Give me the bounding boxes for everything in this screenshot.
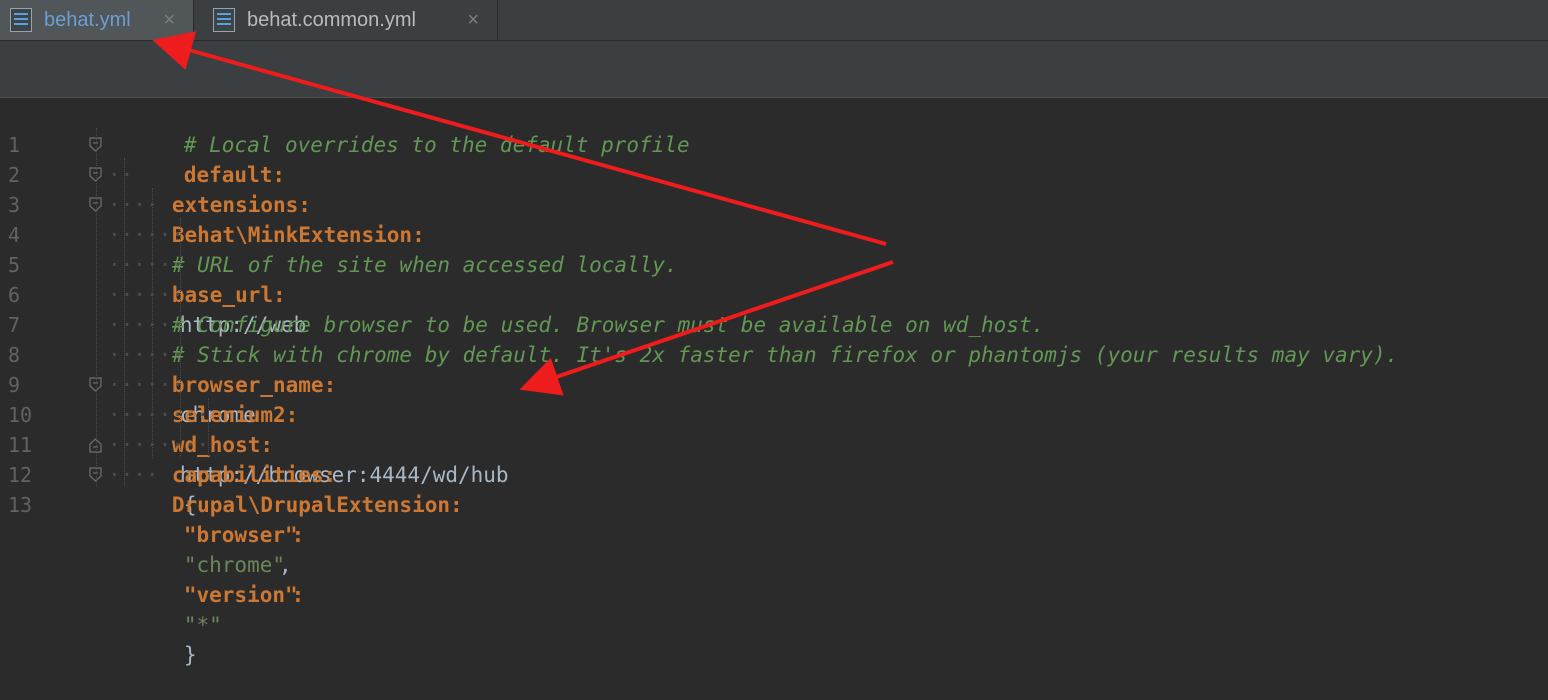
code-line: 4 ···· Behat\MinkExtension: bbox=[0, 190, 1548, 247]
code-line: 5 ······ # URL of the site when accessed… bbox=[0, 220, 1548, 277]
code-line: 1 # Local overrides to the default profi… bbox=[0, 100, 1548, 157]
tab-behat-common-yml[interactable]: behat.common.yml × bbox=[195, 0, 498, 40]
line-number: 13 bbox=[8, 493, 33, 517]
code-line: 9 ······ browser_name: chrome bbox=[8, 343, 337, 427]
editor-tab-bar: behat.yml × behat.common.yml × bbox=[0, 0, 1548, 41]
json-value: "*" bbox=[183, 613, 222, 637]
close-tab-icon[interactable]: × bbox=[163, 10, 175, 30]
code-line: 7 ······ # Configure browser to be used.… bbox=[0, 280, 1548, 337]
json-key: "version" bbox=[183, 583, 298, 607]
colon: : bbox=[291, 583, 305, 607]
code-line: 3 ·· extensions: bbox=[0, 160, 1548, 217]
tab-label: behat.yml bbox=[44, 8, 131, 31]
json-value: "chrome" bbox=[183, 553, 286, 577]
comma: , bbox=[279, 553, 292, 577]
yaml-file-icon bbox=[10, 8, 32, 32]
code-line: 8 ······ # Stick with chrome by default.… bbox=[0, 310, 1548, 367]
yaml-file-icon bbox=[213, 8, 235, 32]
tab-label: behat.common.yml bbox=[247, 8, 416, 31]
code-line: 10 ······ selenium2: bbox=[0, 370, 1548, 427]
code-line: 6 ······ base_url: http://web bbox=[8, 253, 307, 337]
yaml-key: Drupal\DrupalExtension: bbox=[171, 493, 463, 517]
close-tab-icon[interactable]: × bbox=[467, 10, 479, 30]
tab-behat-yml[interactable]: behat.yml × bbox=[0, 0, 194, 40]
brace: } bbox=[183, 643, 197, 667]
editor-breadcrumb-bar bbox=[0, 41, 1548, 98]
code-line: 12 ········ capabilities: { "browser": "… bbox=[8, 433, 337, 667]
code-line: 2 default: bbox=[0, 130, 1548, 187]
code-editor[interactable]: 1 # Local overrides to the default profi… bbox=[0, 98, 1548, 667]
code-line: 11 ········ wd_host: http://browser:4444… bbox=[8, 403, 509, 487]
